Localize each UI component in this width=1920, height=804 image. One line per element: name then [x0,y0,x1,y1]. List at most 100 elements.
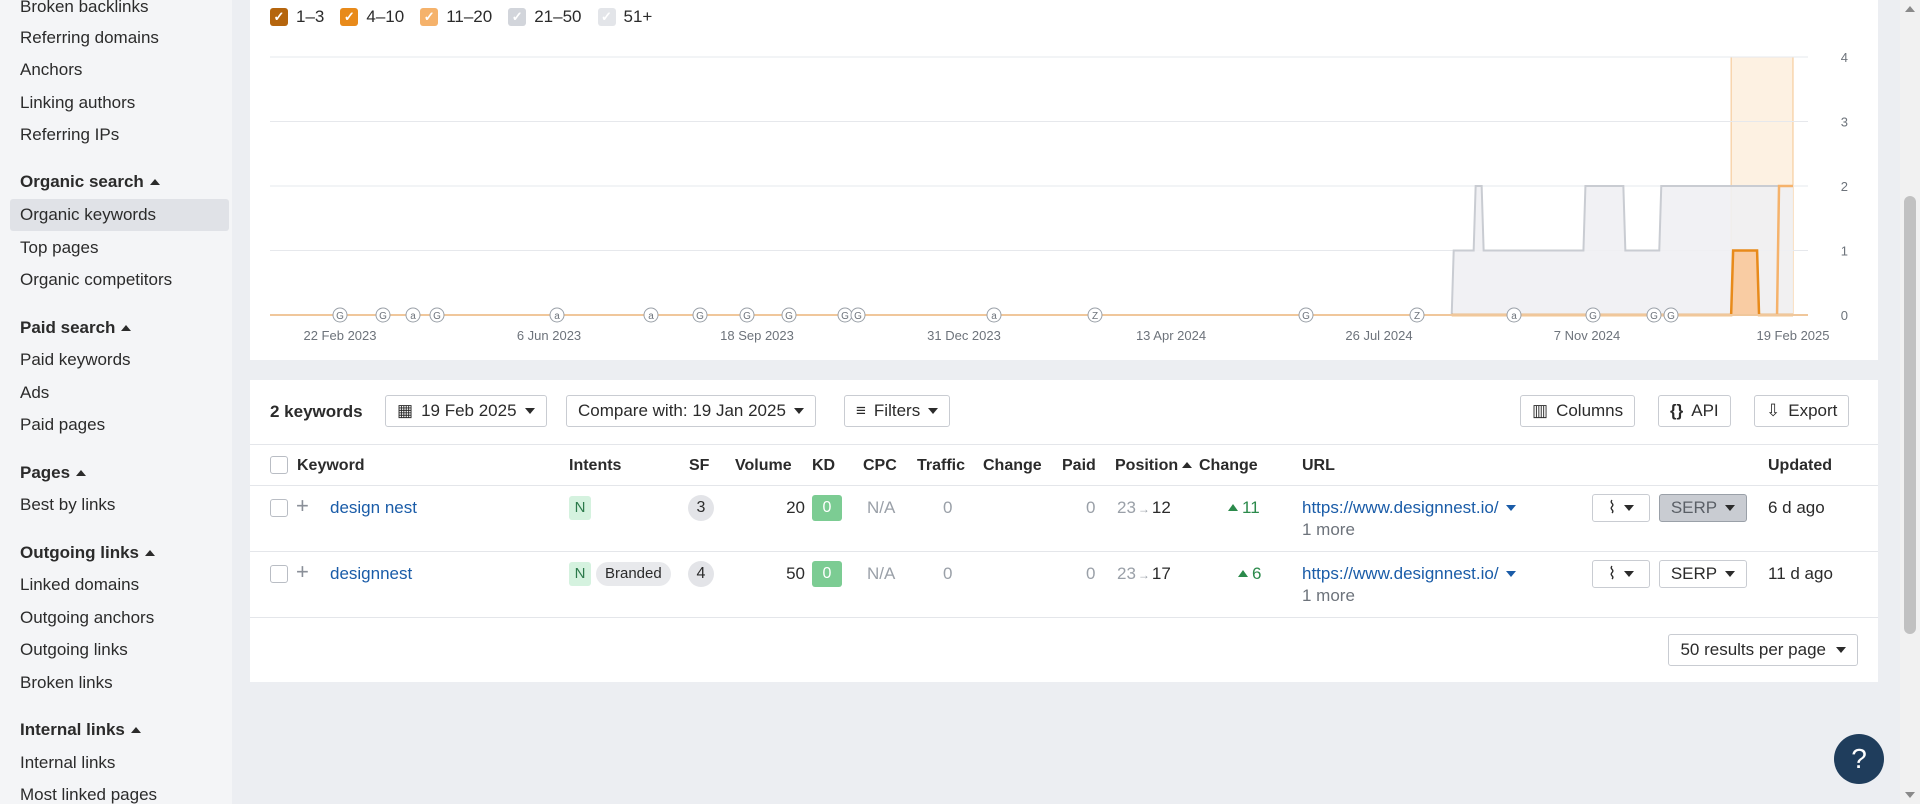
kd-badge: 0 [812,495,842,521]
braces-icon: {} [1670,401,1684,420]
sidebar-item-paid-pages[interactable]: Paid pages [20,414,105,436]
chevron-down-icon [524,408,535,414]
delta-value: 11 [1242,498,1260,517]
legend-label: 4–10 [366,7,405,26]
col-cpc[interactable]: CPC [863,457,897,475]
row-checkbox[interactable] [270,499,288,517]
table-header: Keyword Intents SF Volume KD CPC Traffic… [250,444,1878,486]
trend-chart-button[interactable]: ⌇ [1592,494,1650,522]
col-sf[interactable]: SF [689,457,709,475]
sidebar-item-organic-competitors[interactable]: Organic competitors [20,269,172,291]
section-label: Internal links [20,720,125,739]
update-marker-label: a [554,311,560,322]
sidebar-item-internal-links[interactable]: Internal links [20,752,115,774]
update-marker-label: G [743,311,751,322]
intent-badge-navigational: N [569,496,591,520]
col-updated[interactable]: Updated [1768,457,1832,475]
cpc-value: N/A [867,564,896,583]
sidebar-item-linking-authors[interactable]: Linking authors [20,92,135,114]
select-all-checkbox[interactable] [270,456,288,474]
serp-button[interactable]: SERP [1659,560,1747,588]
sidebar-item-linked-domains[interactable]: Linked domains [20,574,139,596]
section-internal-links[interactable]: Internal links [20,719,141,741]
url-text: https://www.designnest.io/ [1302,498,1499,517]
sidebar-item-outgoing-anchors[interactable]: Outgoing anchors [20,607,154,629]
more-urls-link[interactable]: 1 more [1302,586,1355,606]
update-marker-label: G [433,311,441,322]
legend-item-4-10[interactable]: ✓ 4–10 [340,7,404,27]
sidebar-item-referring-domains[interactable]: Referring domains [20,27,159,49]
col-keyword[interactable]: Keyword [297,457,365,475]
chevron-down-icon [1624,505,1635,511]
sidebar-item-top-pages[interactable]: Top pages [20,237,98,259]
legend-item-51-plus[interactable]: ✓ 51+ [597,7,652,27]
sidebar-item-most-linked-pages[interactable]: Most linked pages [20,784,157,804]
update-marker-label: G [379,311,387,322]
sf-badge[interactable]: 3 [688,495,714,521]
legend-item-21-50[interactable]: ✓ 21–50 [508,7,582,27]
add-to-list-icon[interactable]: + [296,495,309,517]
sidebar-item-ads[interactable]: Ads [20,382,49,404]
caret-up-icon [121,325,132,331]
api-button[interactable]: {} API [1658,395,1731,427]
keyword-link[interactable]: designnest [330,564,412,584]
sidebar-item-outgoing-links[interactable]: Outgoing links [20,639,128,661]
sidebar-item-referring-ips[interactable]: Referring IPs [20,124,119,146]
legend-item-11-20[interactable]: ✓ 11–20 [420,7,492,27]
columns-button[interactable]: ▥ Columns [1520,395,1636,427]
sf-badge[interactable]: 4 [688,561,714,587]
sidebar-item-broken-backlinks[interactable]: Broken backlinks [20,0,149,18]
section-outgoing-links[interactable]: Outgoing links [20,542,155,564]
add-to-list-icon[interactable]: + [296,561,309,583]
more-urls-link[interactable]: 1 more [1302,520,1355,540]
caret-up-icon [149,179,160,185]
sidebar-item-organic-keywords[interactable]: Organic keywords [10,199,229,231]
row-checkbox[interactable] [270,565,288,583]
serp-button[interactable]: SERP [1659,494,1747,522]
results-per-page-select[interactable]: 50 results per page [1668,634,1858,666]
scroll-up-icon[interactable] [1905,6,1915,12]
url-link[interactable]: https://www.designnest.io/ [1302,498,1516,518]
sidebar-item-broken-links[interactable]: Broken links [20,672,113,694]
positions-chart-card: 0 1 2 3 4 G Ga Ga a G G G G Ga Z G Za G G G 22 Feb 2023 6 Jun… [250,0,1878,360]
filters-button[interactable]: ≡ Filters [844,395,951,427]
help-button[interactable]: ? [1834,734,1884,784]
col-traffic[interactable]: Traffic [917,457,965,475]
col-position-change[interactable]: Change [1199,457,1258,475]
scroll-down-icon[interactable] [1905,792,1915,798]
col-position[interactable]: Position [1115,457,1193,475]
sidebar-item-paid-keywords[interactable]: Paid keywords [20,349,131,371]
x-tick-label: 6 Jun 2023 [517,328,581,343]
trend-chart-button[interactable]: ⌇ [1592,560,1650,588]
legend-item-1-3[interactable]: ✓ 1–3 [270,7,324,27]
date-picker-button[interactable]: ▦ 19 Feb 2025 [385,395,547,427]
update-marker-label: G [696,311,704,322]
scroll-thumb[interactable] [1904,196,1916,634]
triangle-up-icon [1238,570,1248,577]
section-pages[interactable]: Pages [20,462,87,484]
col-intents[interactable]: Intents [569,457,621,475]
y-tick-label: 3 [1841,115,1848,130]
cpc-value: N/A [867,498,896,517]
section-paid-search[interactable]: Paid search [20,317,132,339]
col-change[interactable]: Change [983,457,1042,475]
col-volume[interactable]: Volume [735,457,792,475]
col-url[interactable]: URL [1302,457,1335,475]
export-button[interactable]: ⇩ Export [1754,395,1850,427]
col-paid[interactable]: Paid [1062,457,1096,475]
col-kd[interactable]: KD [812,457,835,475]
update-marker-label: G [336,311,344,322]
sidebar-item-best-by-links[interactable]: Best by links [20,494,115,516]
compare-date-button[interactable]: Compare with: 19 Jan 2025 [566,395,816,427]
arrow-right-icon: → [1137,568,1150,582]
traffic-value: 0 [943,498,953,517]
legend-label: 21–50 [534,7,582,26]
chevron-down-icon [1624,571,1635,577]
section-organic-search[interactable]: Organic search [20,171,160,193]
keyword-link[interactable]: design nest [330,498,417,518]
url-link[interactable]: https://www.designnest.io/ [1302,564,1516,584]
chevron-down-icon [1505,571,1516,577]
chevron-down-icon [1725,571,1736,577]
scrollbar[interactable] [1900,0,1920,804]
sidebar-item-anchors[interactable]: Anchors [20,59,82,81]
